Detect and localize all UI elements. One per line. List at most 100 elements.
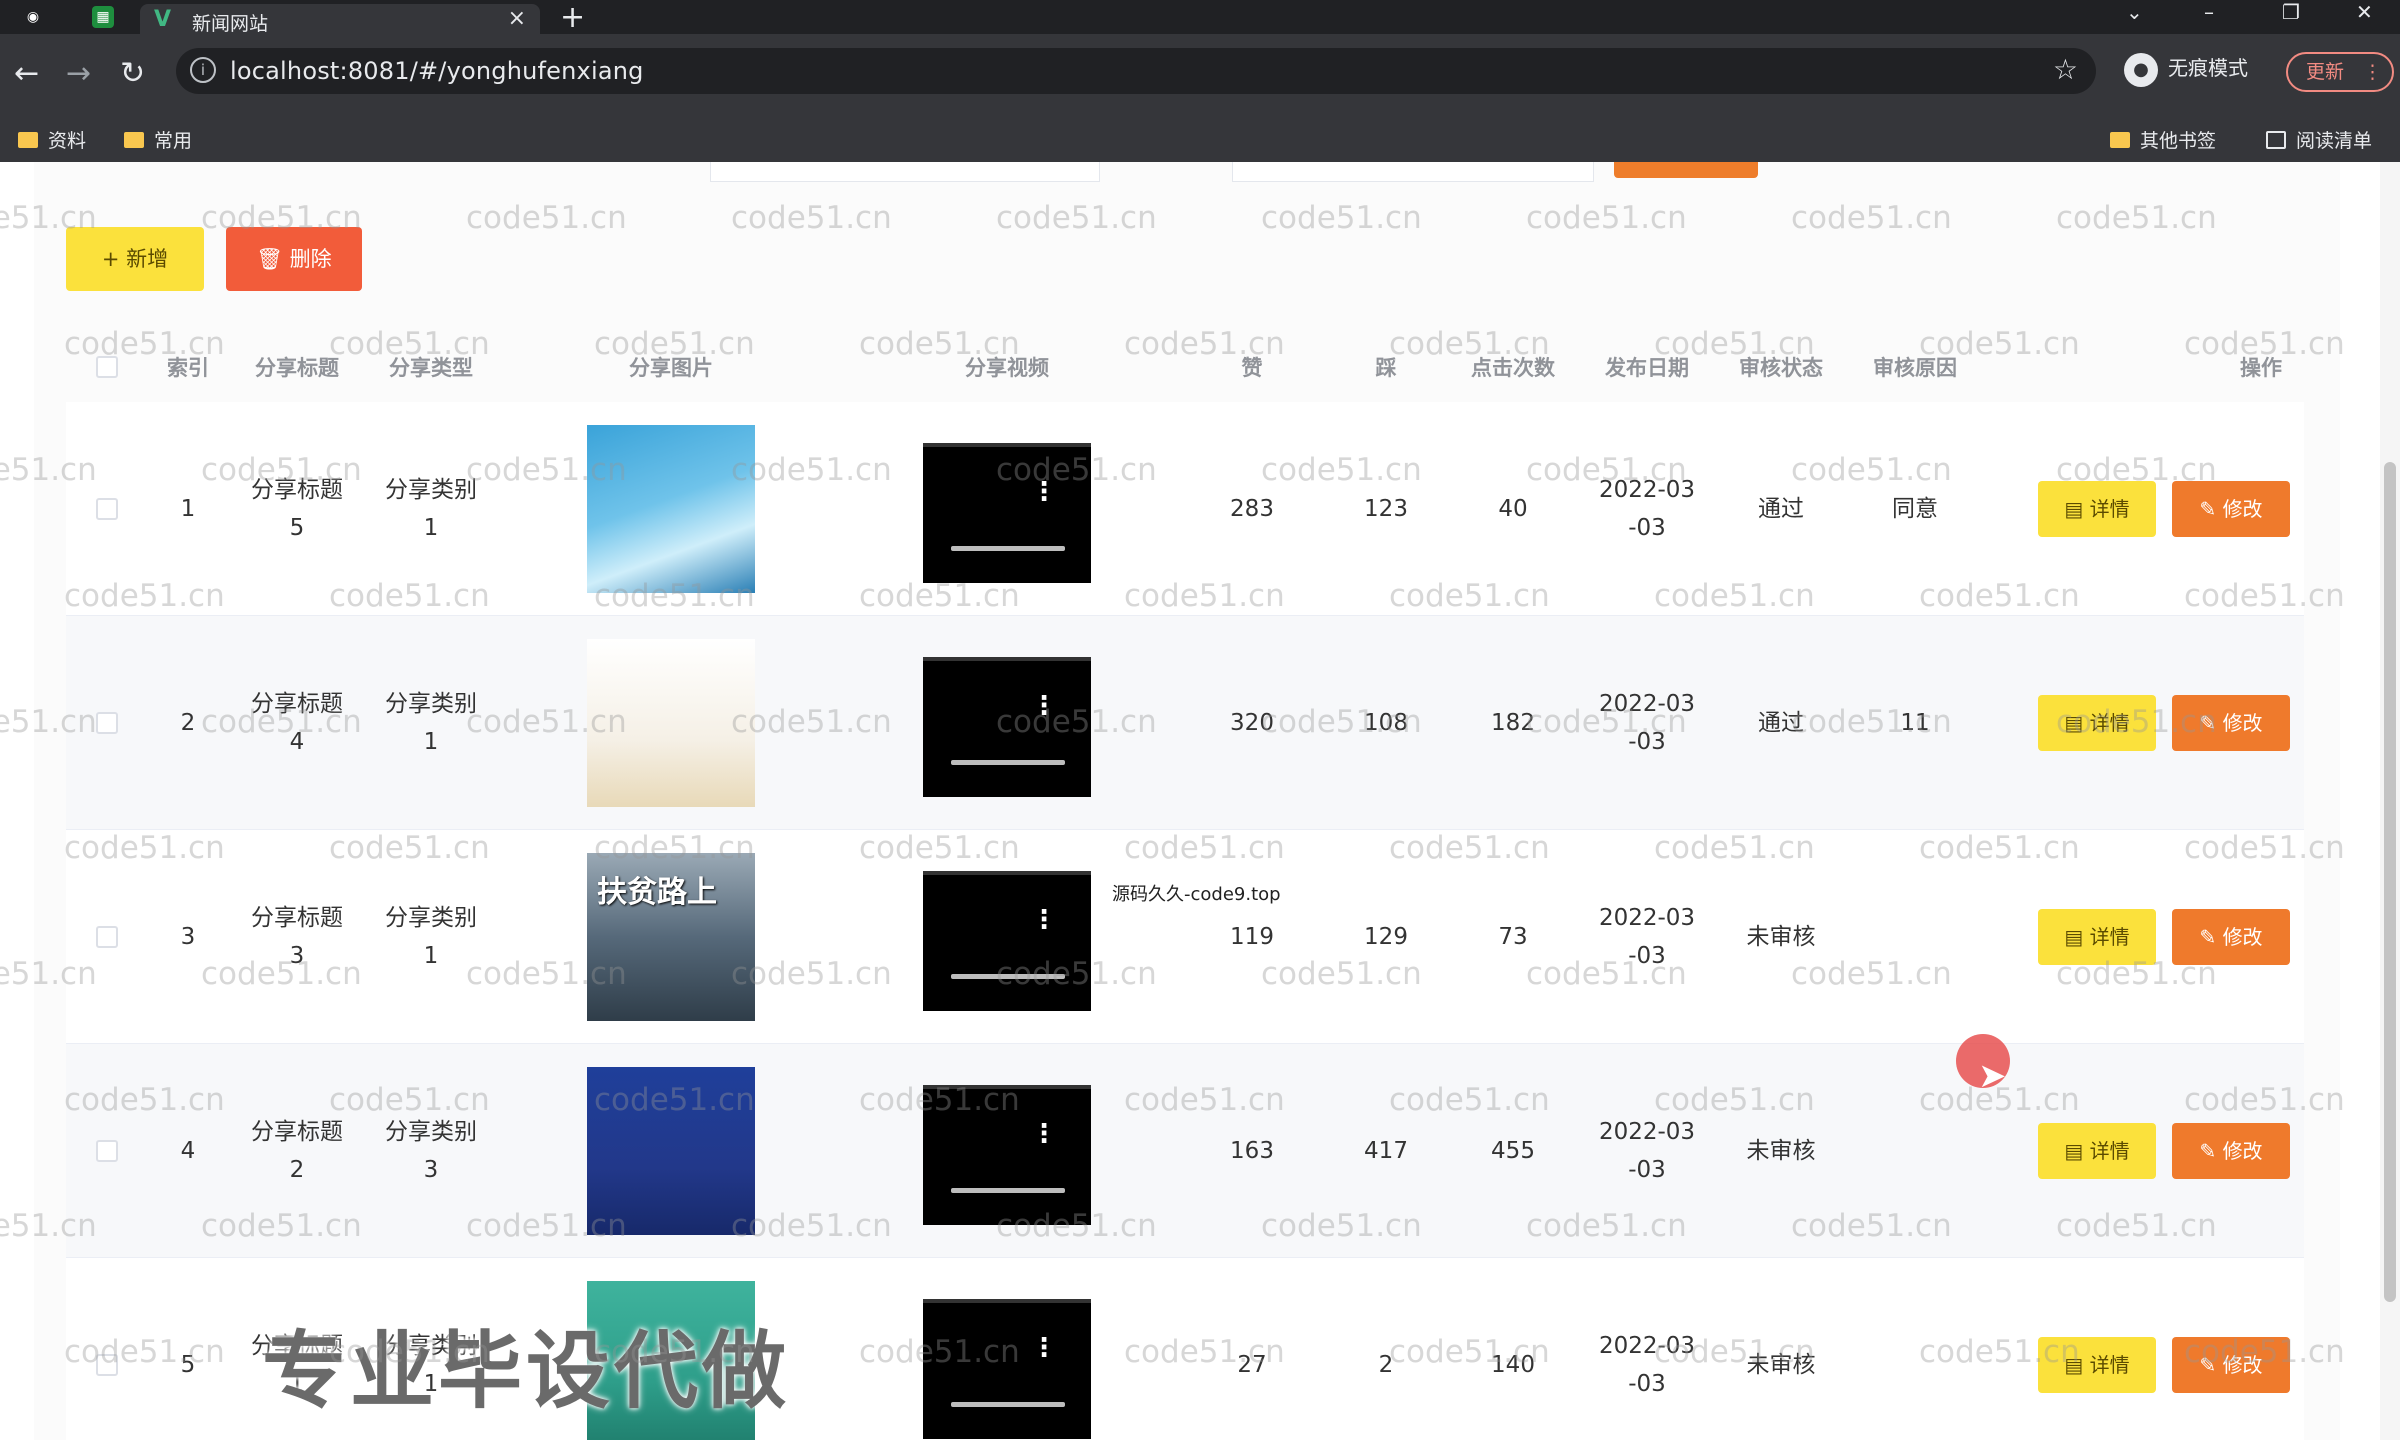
header-reason: 审核原因 xyxy=(1873,356,1957,380)
table-row: 1 分享标题 5 分享类别 1 ⋮ 283 123 40 2022-03 -03 通过 同意 ▤ 详情 ✎ … xyxy=(66,402,2304,616)
active-tab[interactable]: V 新闻网站 × xyxy=(140,4,540,35)
cell-dislikes: 108 xyxy=(1364,710,1408,736)
share-image[interactable] xyxy=(587,639,755,807)
detail-icon: ▤ xyxy=(2064,497,2090,521)
cell-title: 分享标题 4 xyxy=(242,685,352,761)
cell-index: 1 xyxy=(180,496,196,522)
video-menu-icon[interactable]: ⋮ xyxy=(1031,905,1057,935)
cell-likes: 320 xyxy=(1230,710,1274,736)
incognito-label: 无痕模式 xyxy=(2168,56,2248,80)
search-title-input[interactable] xyxy=(710,162,1100,182)
forward-icon[interactable]: → xyxy=(66,56,91,91)
cell-type-line1: 分享类别 xyxy=(385,691,477,717)
row-checkbox[interactable] xyxy=(96,498,118,520)
share-video[interactable]: ⋮ xyxy=(923,1085,1091,1225)
overlay-banner: 专业毕设代做 xyxy=(262,1322,791,1420)
video-menu-icon[interactable]: ⋮ xyxy=(1031,477,1057,507)
row-checkbox[interactable] xyxy=(96,1354,118,1376)
cell-clicks: 140 xyxy=(1491,1352,1535,1378)
cell-date-line1: 2022-03 xyxy=(1598,477,1696,503)
cell-date: 2022-03 -03 xyxy=(1592,899,1702,975)
cell-reason: 同意 xyxy=(1892,496,1938,522)
pinned-tab-icon[interactable]: ▦ xyxy=(92,6,114,28)
detail-button[interactable]: ▤ 详情 xyxy=(2038,695,2156,751)
share-image[interactable]: 扶贫路上 xyxy=(587,853,755,1021)
browser-toolbar: ← → ↻ i localhost:8081/#/yonghufenxiang … xyxy=(0,34,2400,116)
share-image[interactable] xyxy=(587,425,755,593)
video-progress-bar[interactable] xyxy=(951,1188,1065,1193)
video-progress-bar[interactable] xyxy=(951,546,1065,551)
scrollbar-thumb[interactable] xyxy=(2384,462,2396,1302)
share-table: 索引 分享标题 分享类型 分享图片 分享视频 赞 踩 点击次数 发布日期 审核状… xyxy=(66,340,2304,394)
share-image[interactable] xyxy=(587,1067,755,1235)
table-header: 索引 分享标题 分享类型 分享图片 分享视频 赞 踩 点击次数 发布日期 审核状… xyxy=(66,340,2304,394)
video-menu-icon[interactable]: ⋮ xyxy=(1031,1119,1057,1149)
header-likes: 赞 xyxy=(1241,356,1263,380)
cell-type: 分享类别 1 xyxy=(376,471,486,547)
detail-icon: ▤ xyxy=(2064,1139,2090,1163)
reload-icon[interactable]: ↻ xyxy=(120,56,145,91)
add-button[interactable]: + 新增 xyxy=(66,227,204,291)
select-all-checkbox[interactable] xyxy=(96,356,118,378)
new-tab-icon[interactable]: + xyxy=(560,0,585,35)
detail-icon: ▤ xyxy=(2064,925,2090,949)
edit-button[interactable]: ✎ 修改 xyxy=(2172,909,2290,965)
cell-title-line2: 5 xyxy=(289,515,305,541)
restore-icon[interactable]: ❐ xyxy=(2282,0,2300,24)
close-tab-icon[interactable]: × xyxy=(508,6,526,31)
table-row: 2 分享标题 4 分享类别 1 ⋮ 320 108 182 2022-03 -03 通过 11 ▤ 详情 ✎… xyxy=(66,616,2304,830)
cell-date-line1: 2022-03 xyxy=(1598,1119,1696,1145)
tab-search-icon[interactable]: ⌄ xyxy=(2126,0,2143,24)
row-checkbox[interactable] xyxy=(96,1140,118,1162)
more-menu-icon[interactable]: ⋮ xyxy=(2363,54,2382,90)
share-video[interactable]: ⋮ xyxy=(923,871,1091,1011)
address-bar[interactable]: i localhost:8081/#/yonghufenxiang ☆ xyxy=(176,48,2096,94)
reading-list[interactable]: 阅读清单 xyxy=(2266,126,2372,153)
header-status: 审核状态 xyxy=(1739,356,1823,380)
delete-button[interactable]: 🗑 删除 xyxy=(226,227,362,291)
search-type-input[interactable] xyxy=(1232,162,1594,182)
vertical-scrollbar[interactable] xyxy=(2380,162,2400,1440)
close-window-icon[interactable]: ✕ xyxy=(2356,0,2373,24)
bookmark-star-icon[interactable]: ☆ xyxy=(2053,53,2078,86)
site-info-icon[interactable]: i xyxy=(190,57,216,83)
cell-likes: 119 xyxy=(1230,924,1274,950)
share-video[interactable]: ⋮ xyxy=(923,657,1091,797)
browser-extension-icon[interactable]: ◉ xyxy=(22,6,44,28)
detail-label: 详情 xyxy=(2089,925,2130,949)
video-progress-bar[interactable] xyxy=(951,760,1065,765)
edit-button[interactable]: ✎ 修改 xyxy=(2172,1123,2290,1179)
row-checkbox[interactable] xyxy=(96,926,118,948)
detail-button[interactable]: ▤ 详情 xyxy=(2038,1123,2156,1179)
url-text[interactable]: localhost:8081/#/yonghufenxiang xyxy=(230,57,644,85)
share-video[interactable]: ⋮ xyxy=(923,443,1091,583)
video-progress-bar[interactable] xyxy=(951,974,1065,979)
edit-button[interactable]: ✎ 修改 xyxy=(2172,1337,2290,1393)
detail-icon: ▤ xyxy=(2064,711,2090,735)
detail-button[interactable]: ▤ 详情 xyxy=(2038,909,2156,965)
edit-button[interactable]: ✎ 修改 xyxy=(2172,695,2290,751)
bookmark-label: 资料 xyxy=(48,130,87,152)
video-menu-icon[interactable]: ⋮ xyxy=(1031,691,1057,721)
share-video[interactable]: ⋮ xyxy=(923,1299,1091,1439)
back-icon[interactable]: ← xyxy=(14,56,39,91)
cell-index: 3 xyxy=(180,924,196,950)
cell-type-line1: 分享类别 xyxy=(385,477,477,503)
detail-button[interactable]: ▤ 详情 xyxy=(2038,481,2156,537)
detail-button[interactable]: ▤ 详情 xyxy=(2038,1337,2156,1393)
cell-title: 分享标题 2 xyxy=(242,1113,352,1189)
bookmark-folder-1[interactable]: 常用 xyxy=(124,126,192,153)
bookmark-folder-0[interactable]: 资料 xyxy=(18,126,86,153)
minimize-icon[interactable]: – xyxy=(2204,0,2214,24)
video-menu-icon[interactable]: ⋮ xyxy=(1031,1333,1057,1363)
incognito-indicator[interactable]: ● 无痕模式 xyxy=(2124,52,2248,87)
cell-clicks: 73 xyxy=(1498,924,1528,950)
edit-button[interactable]: ✎ 修改 xyxy=(2172,481,2290,537)
search-button[interactable] xyxy=(1614,162,1758,178)
table-row: 3 分享标题 3 分享类别 1 扶贫路上 ⋮ 119 129 73 2022-03 -03 未审核 ▤ 详… xyxy=(66,830,2304,1044)
video-progress-bar[interactable] xyxy=(951,1402,1065,1407)
other-bookmarks[interactable]: 其他书签 xyxy=(2110,126,2216,153)
update-button[interactable]: 更新 ⋮ xyxy=(2286,52,2394,92)
row-checkbox[interactable] xyxy=(96,712,118,734)
detail-label: 详情 xyxy=(2089,711,2130,735)
